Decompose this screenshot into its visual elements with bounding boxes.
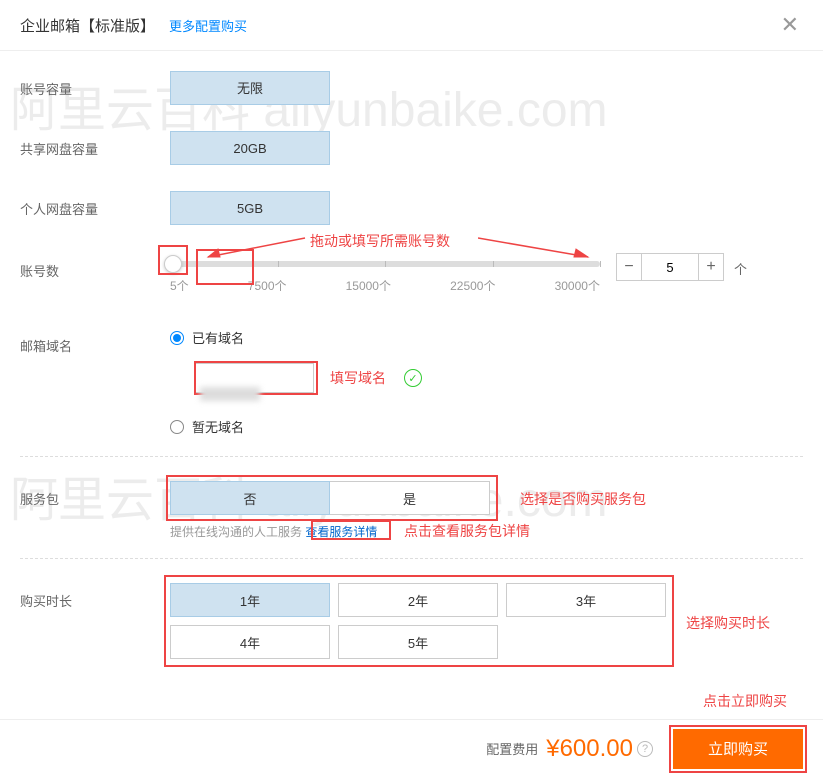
annotation-svc-link-hint: 点击查看服务包详情: [404, 521, 530, 541]
radio-label: 暂无域名: [192, 417, 244, 436]
unit-label: 个: [734, 253, 747, 278]
tick-label: 7500个: [248, 277, 287, 294]
annotation-domain-hint: 填写域名: [330, 368, 386, 388]
purchase-dialog: 企业邮箱【标准版】 更多配置购买 ✕ 账号容量 无限 共享网盘容量 20GB 个…: [0, 0, 823, 777]
annotation-buy-hint: 点击立即购买: [703, 691, 787, 711]
account-count-input[interactable]: [642, 253, 698, 281]
value-shared-disk: 20GB: [170, 131, 330, 165]
radio-icon: [170, 331, 184, 345]
more-config-link[interactable]: 更多配置购买: [169, 16, 247, 35]
service-pack-no-button[interactable]: 否: [170, 481, 330, 515]
label-service-pack: 服务包: [20, 481, 170, 508]
fee-label: 配置费用: [486, 739, 538, 758]
help-icon[interactable]: ?: [637, 741, 653, 757]
label-duration: 购买时长: [20, 583, 170, 610]
duration-3y-button[interactable]: 3年: [506, 583, 666, 617]
dialog-footer: 配置费用 ¥600.00 ? 立即购买: [0, 719, 823, 777]
row-domain: 邮箱域名 已有域名 填写域名 ✓ 暂: [20, 328, 803, 436]
row-account-capacity: 账号容量 无限: [20, 71, 803, 105]
label-account-count: 账号数: [20, 253, 170, 280]
buy-now-button[interactable]: 立即购买: [673, 729, 803, 769]
tick-label: 22500个: [450, 277, 495, 294]
row-personal-disk: 个人网盘容量 5GB: [20, 191, 803, 225]
slider-thumb[interactable]: [164, 255, 182, 273]
service-pack-yes-button[interactable]: 是: [330, 481, 490, 515]
service-desc-text: 提供在线沟通的人工服务: [170, 525, 302, 539]
duration-1y-button[interactable]: 1年: [170, 583, 330, 617]
tick-label: 30000个: [555, 277, 600, 294]
account-count-stepper: − +: [616, 253, 724, 281]
tick-label: 5个: [170, 277, 189, 294]
divider: [20, 456, 803, 457]
radio-no-domain[interactable]: 暂无域名: [170, 417, 803, 436]
dialog-title: 企业邮箱【标准版】: [20, 15, 155, 36]
label-domain: 邮箱域名: [20, 328, 170, 355]
tick-label: 15000个: [346, 277, 391, 294]
dialog-header: 企业邮箱【标准版】 更多配置购买 ✕: [0, 0, 823, 51]
dialog-content: 账号容量 无限 共享网盘容量 20GB 个人网盘容量 5GB 拖动或填写所需账号…: [0, 51, 823, 705]
check-ok-icon: ✓: [404, 369, 422, 387]
row-service-pack: 服务包 否 是 选择是否购买服务包 提供在线沟通的人工服务 查看服务详情 点击查…: [20, 481, 803, 540]
row-duration: 购买时长 1年 2年 3年 4年 5年 选择购买时长: [20, 583, 803, 659]
radio-label: 已有域名: [192, 328, 244, 347]
radio-icon: [170, 420, 184, 434]
label-shared-disk: 共享网盘容量: [20, 131, 170, 158]
label-account-capacity: 账号容量: [20, 71, 170, 98]
price-value: ¥600.00: [546, 735, 633, 763]
value-personal-disk: 5GB: [170, 191, 330, 225]
duration-2y-button[interactable]: 2年: [338, 583, 498, 617]
account-count-slider[interactable]: 5个 7500个 15000个 22500个 30000个: [170, 253, 600, 294]
value-account-capacity: 无限: [170, 71, 330, 105]
plus-button[interactable]: +: [698, 253, 724, 281]
row-shared-disk: 共享网盘容量 20GB: [20, 131, 803, 165]
annotation-duration-hint: 选择购买时长: [686, 613, 770, 633]
label-personal-disk: 个人网盘容量: [20, 191, 170, 218]
close-icon[interactable]: ✕: [777, 14, 803, 36]
radio-has-domain[interactable]: 已有域名: [170, 328, 803, 347]
minus-button[interactable]: −: [616, 253, 642, 281]
service-details-link[interactable]: 查看服务详情: [305, 525, 377, 539]
duration-5y-button[interactable]: 5年: [338, 625, 498, 659]
annotation-drag-hint: 拖动或填写所需账号数: [310, 231, 450, 251]
slider-tick-labels: 5个 7500个 15000个 22500个 30000个: [170, 277, 600, 294]
divider: [20, 558, 803, 559]
blurred-content: [200, 387, 260, 401]
duration-4y-button[interactable]: 4年: [170, 625, 330, 659]
annotation-svc-sel-hint: 选择是否购买服务包: [520, 489, 646, 509]
row-account-count: 账号数 5个 7500个 15000个 22500: [20, 253, 803, 294]
